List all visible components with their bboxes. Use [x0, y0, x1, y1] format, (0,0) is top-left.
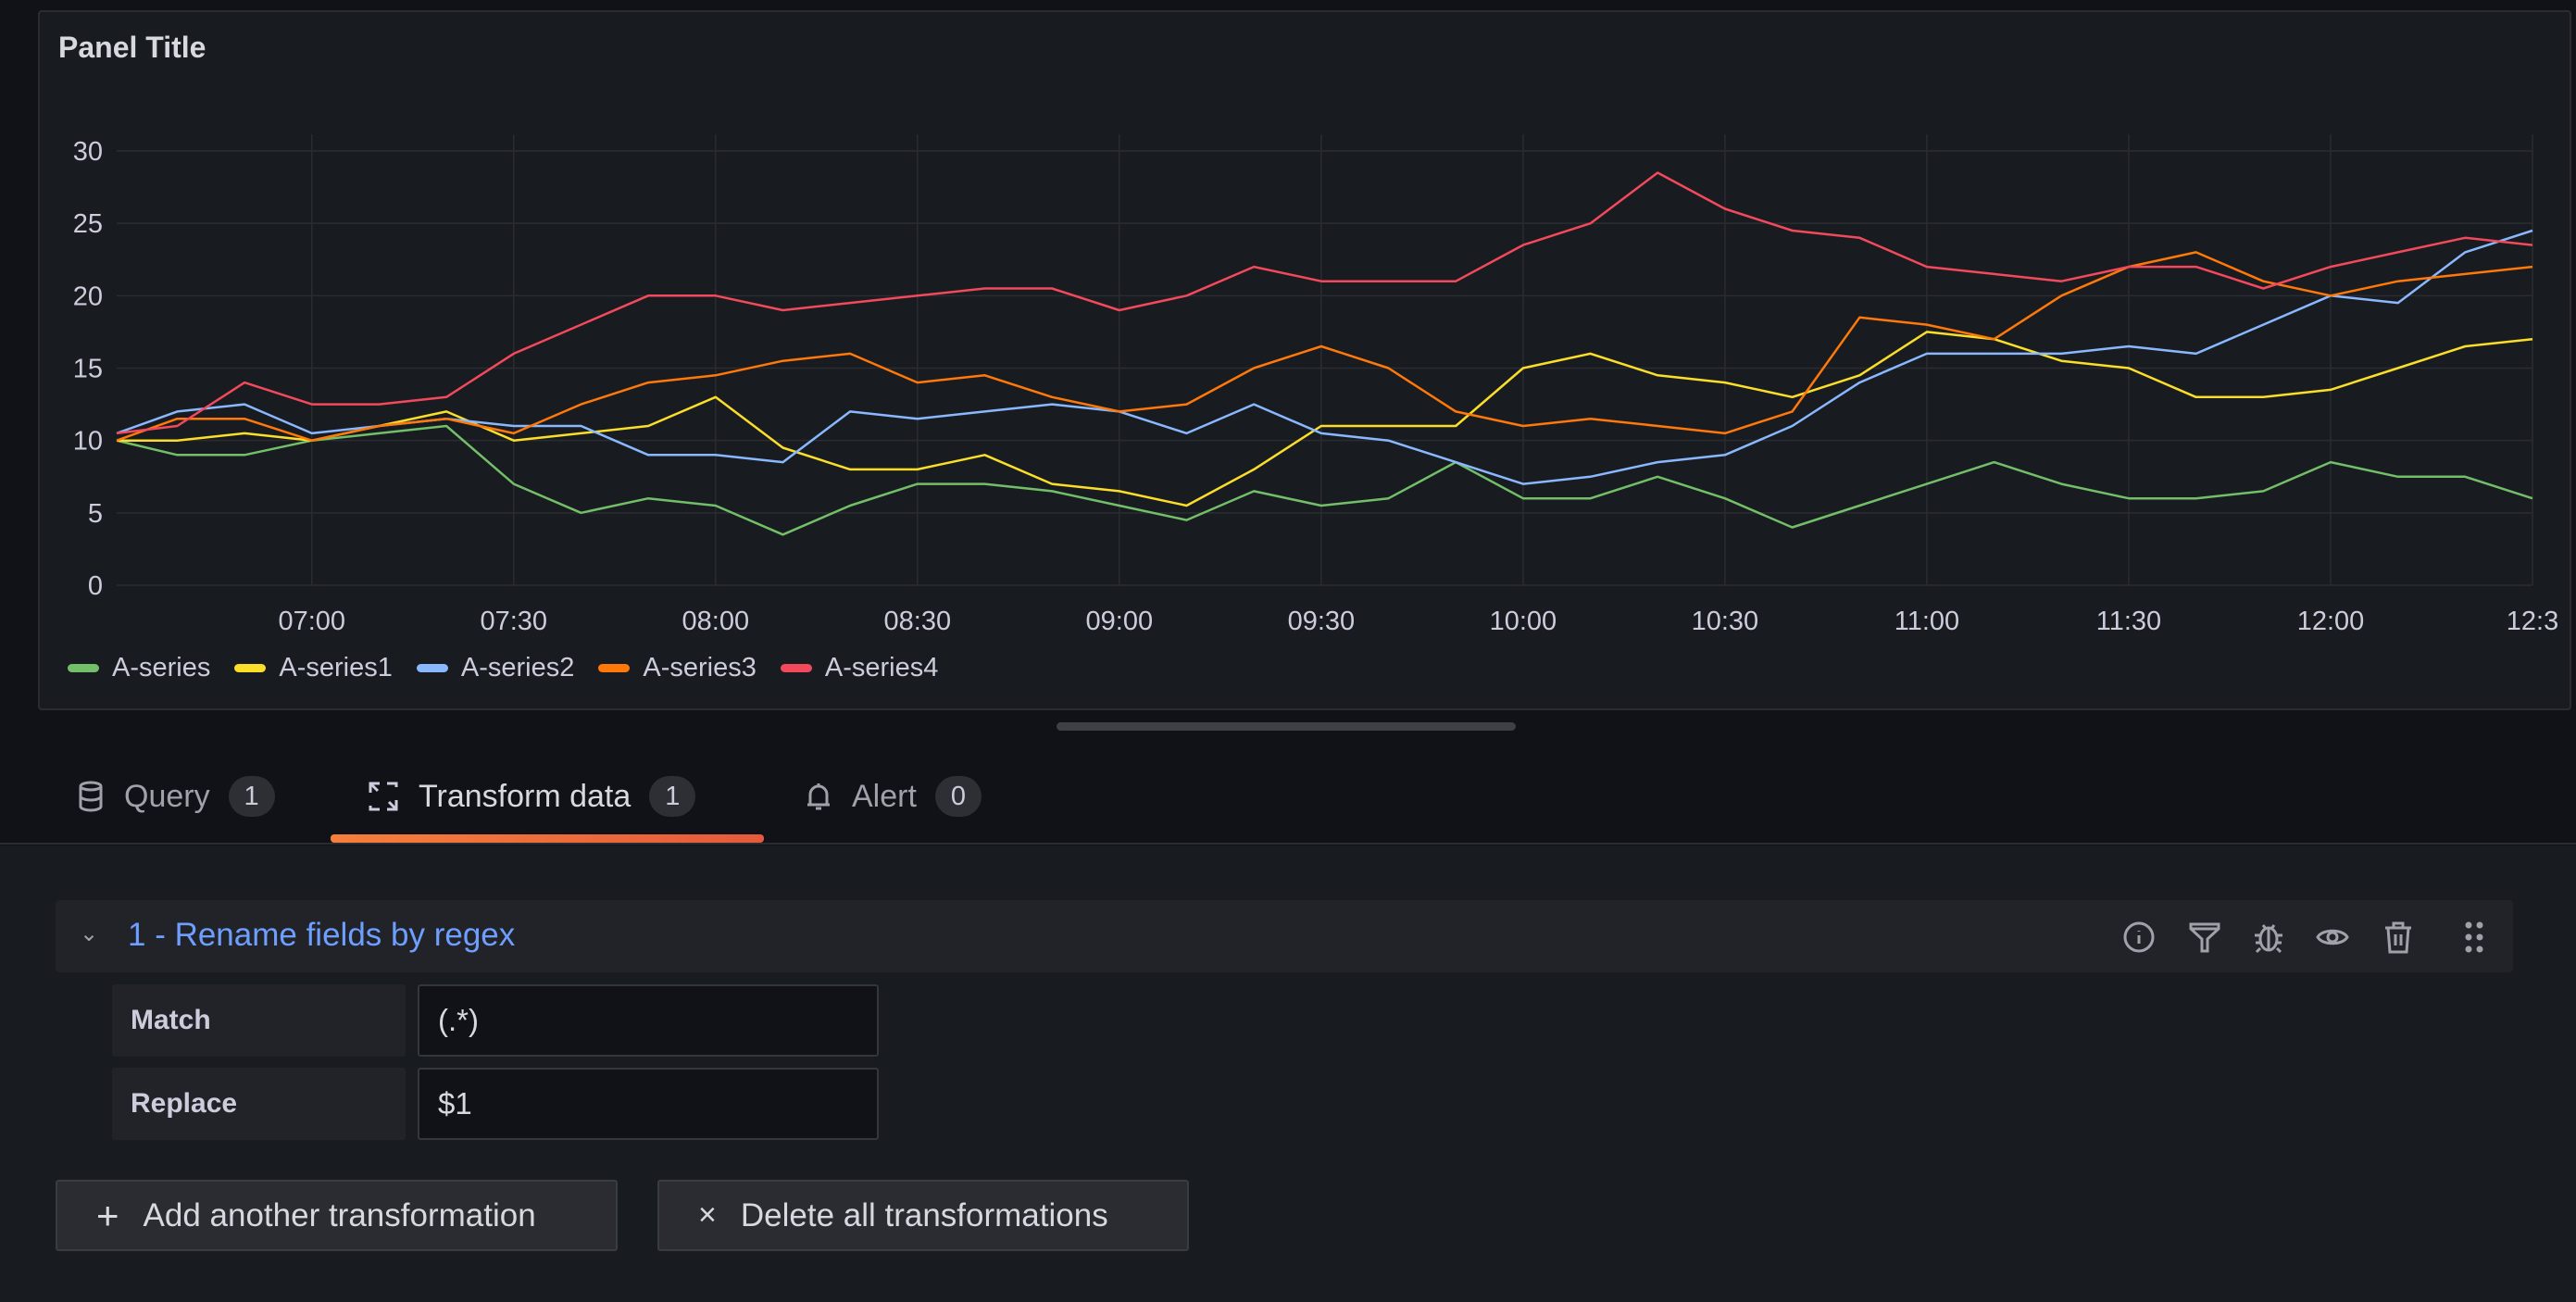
x-tick-label: 09:00 — [1086, 607, 1154, 636]
match-input[interactable]: (.*) — [418, 984, 879, 1057]
panel-resize-handle[interactable] — [1057, 722, 1516, 731]
count-badge: 1 — [228, 776, 275, 817]
editor-tabs: Query 1 Transform data 1 Alert 0 — [0, 759, 2576, 845]
series-line-A-series — [116, 424, 2533, 536]
x-tick-label: 07:30 — [480, 607, 547, 636]
y-tick-label: 10 — [73, 427, 103, 457]
y-tick-label: 30 — [73, 137, 103, 167]
count-badge: 1 — [649, 776, 696, 817]
plus-icon: + — [96, 1193, 119, 1237]
y-tick-label: 20 — [73, 282, 103, 311]
y-tick-label: 15 — [73, 355, 103, 384]
x-tick-label: 09:30 — [1288, 607, 1356, 636]
filter-icon[interactable] — [2188, 920, 2221, 954]
x-tick-label: 10:30 — [1692, 607, 1759, 636]
delete-all-transformations-button[interactable]: × Delete all transformations — [657, 1180, 1189, 1251]
legend-label: A-series2 — [460, 653, 575, 682]
database-icon — [79, 781, 103, 812]
x-tick-label: 07:00 — [278, 607, 345, 636]
panel: Panel Title 0 5 10 15 20 25 30 07:00 07:30 08:00 0… — [38, 10, 2571, 710]
series-line-A-series1 — [117, 331, 2533, 507]
drag-handle-icon[interactable] — [2457, 920, 2491, 954]
tab-transform-data[interactable]: Transform data 1 — [367, 776, 696, 817]
legend-item[interactable]: A-series3 — [598, 653, 757, 683]
tab-label: Alert — [852, 778, 917, 814]
legend-label: A-series1 — [279, 653, 393, 682]
legend-item[interactable]: A-series1 — [234, 653, 393, 683]
legend-swatch — [234, 664, 267, 672]
tab-label: Query — [124, 778, 210, 814]
add-transformation-button[interactable]: + Add another transformation — [56, 1180, 618, 1251]
button-label: Add another transformation — [143, 1196, 536, 1233]
y-tick-label: 25 — [73, 209, 103, 239]
tab-label: Transform data — [419, 778, 631, 814]
bell-icon — [807, 783, 830, 810]
x-tick-label: 11:00 — [1894, 607, 1959, 636]
eye-icon[interactable] — [2316, 920, 2349, 954]
y-tick-label: 0 — [88, 571, 103, 601]
transform-icon — [369, 782, 398, 811]
transformation-header[interactable]: ⌄ 1 - Rename fields by regex — [56, 900, 2513, 972]
info-icon[interactable] — [2122, 920, 2156, 954]
transformations-editor: ⌄ 1 - Rename fields by regex Match (.*) … — [0, 845, 2576, 1302]
legend-item[interactable]: A-series — [68, 653, 210, 683]
legend-label: A-series — [112, 653, 211, 682]
legend-swatch — [598, 664, 631, 672]
transformation-title: 1 - Rename fields by regex — [128, 917, 516, 953]
series-line-A-series4 — [116, 171, 2533, 435]
replace-input[interactable]: $1 — [418, 1068, 879, 1140]
legend-item[interactable]: A-series4 — [780, 653, 939, 683]
legend: A-series A-series1 A-series2 A-series3 A… — [68, 653, 938, 683]
series-line-A-series2 — [116, 229, 2533, 485]
legend-swatch — [68, 664, 99, 672]
tab-query[interactable]: Query 1 — [76, 776, 275, 817]
active-tab-indicator — [331, 834, 764, 843]
trash-icon[interactable] — [2382, 920, 2415, 954]
legend-swatch — [416, 664, 448, 672]
count-badge: 0 — [934, 776, 982, 817]
x-tick-label: 12:3 — [2507, 607, 2558, 636]
x-tick-label: 08:00 — [682, 607, 750, 636]
chevron-down-icon[interactable]: ⌄ — [80, 920, 98, 947]
match-label: Match — [112, 984, 406, 1057]
x-tick-label: 10:00 — [1490, 607, 1557, 636]
x-tick-label: 12:00 — [2297, 607, 2365, 636]
legend-item[interactable]: A-series2 — [416, 653, 575, 683]
tab-alert[interactable]: Alert 0 — [804, 776, 982, 817]
bug-icon[interactable] — [2252, 920, 2285, 954]
y-tick-label: 5 — [88, 499, 103, 529]
close-icon: × — [698, 1197, 717, 1233]
replace-label: Replace — [112, 1068, 406, 1140]
legend-swatch — [780, 664, 812, 672]
x-tick-label: 08:30 — [884, 607, 952, 636]
legend-label: A-series4 — [824, 653, 939, 682]
time-series-chart: 0 5 10 15 20 25 30 07:00 07:30 08:00 08:30 09:00 09:… — [73, 134, 2558, 636]
legend-label: A-series3 — [643, 653, 757, 682]
x-tick-label: 11:30 — [2096, 607, 2161, 636]
button-label: Delete all transformations — [740, 1196, 1108, 1233]
